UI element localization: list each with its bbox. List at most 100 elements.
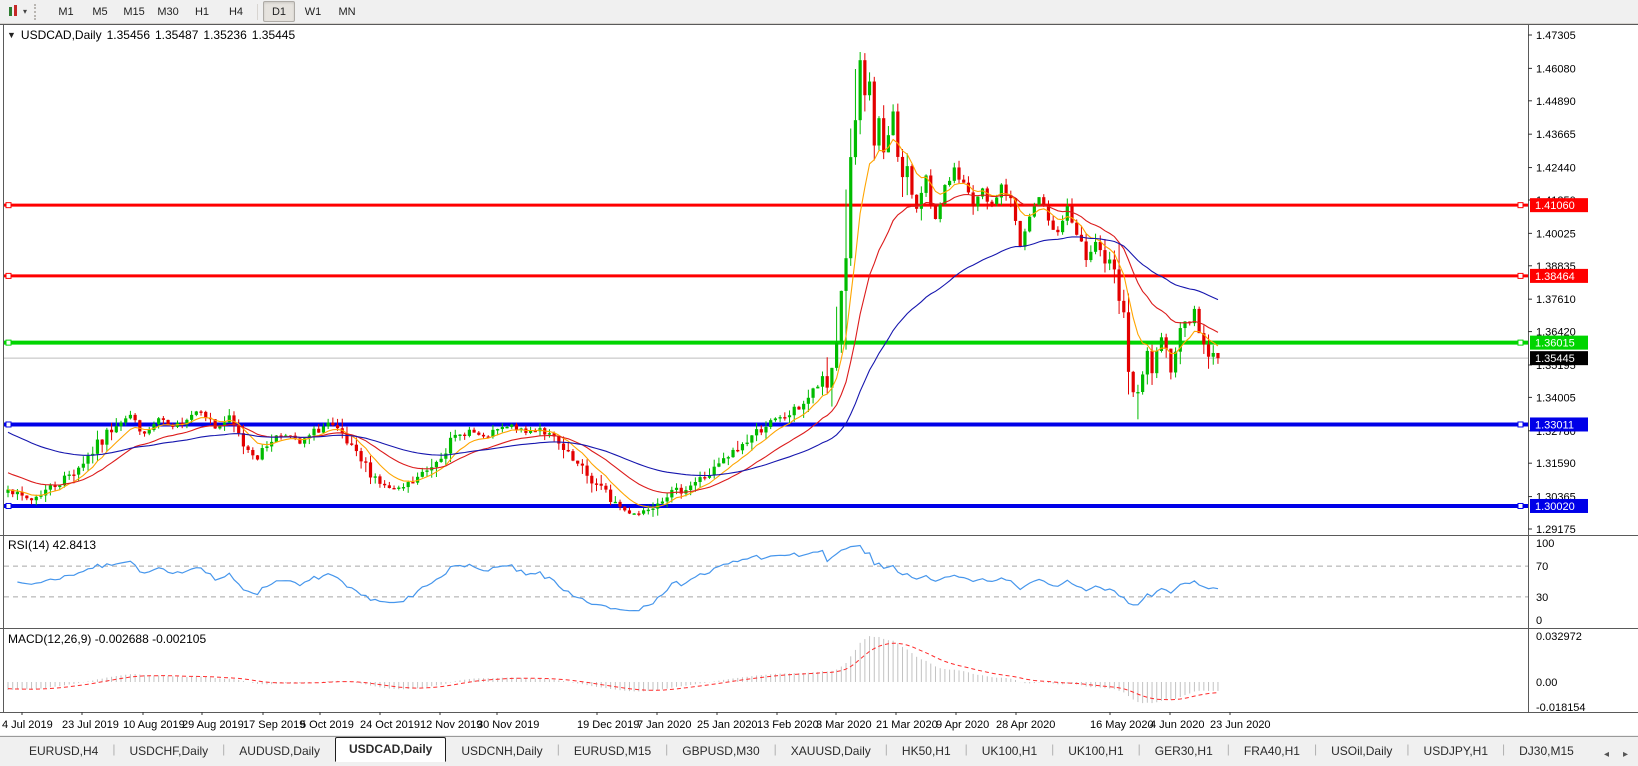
line-end-marker[interactable] <box>5 421 12 428</box>
price-tick-label: 1.34005 <box>1536 392 1576 404</box>
line-end-marker[interactable] <box>5 272 12 279</box>
tab-scrollers: ◂ ▸ <box>1604 749 1628 760</box>
line-end-marker[interactable] <box>1517 202 1524 209</box>
candle-body <box>53 485 57 488</box>
timeframe-button-h4[interactable]: H4 <box>220 1 252 22</box>
date-tick-label: 29 Aug 2019 <box>182 719 244 731</box>
candle-body <box>910 166 914 195</box>
candle-body <box>1164 337 1168 349</box>
toolbar-left-group: ▾ <box>0 0 49 23</box>
candle-body <box>811 388 815 398</box>
date-tick-label: 4 Jun 2020 <box>1150 719 1204 731</box>
date-tick-label: 12 Nov 2019 <box>420 719 482 731</box>
chart-tab-eurusd-m15[interactable]: EURUSD,M15 <box>561 741 664 762</box>
candle-body <box>142 431 147 434</box>
chart-tab-usdcnh-daily[interactable]: USDCNH,Daily <box>448 741 555 762</box>
line-end-marker[interactable] <box>5 202 12 209</box>
candle-body <box>25 495 29 499</box>
line-end-marker[interactable] <box>1517 502 1524 509</box>
candle-body <box>528 430 533 433</box>
candle-body <box>1155 350 1159 374</box>
timeframe-button-m15[interactable]: M15 <box>118 1 150 22</box>
line-end-marker[interactable] <box>5 502 12 509</box>
timeframe-button-d1[interactable]: D1 <box>263 1 296 22</box>
timeframe-button-mn[interactable]: MN <box>331 1 363 22</box>
date-tick-label: 7 Jan 2020 <box>637 719 691 731</box>
timeframe-button-m5[interactable]: M5 <box>84 1 116 22</box>
candle-body <box>717 463 721 467</box>
date-tick-label: 19 Dec 2019 <box>577 719 639 731</box>
collapse-arrow-icon[interactable]: ▼ <box>7 30 16 40</box>
candle-body <box>571 451 575 461</box>
chart-tab-xauusd-daily[interactable]: XAUUSD,Daily <box>778 741 884 762</box>
candle-body <box>905 166 909 178</box>
tab-scroll-left-icon[interactable]: ◂ <box>1604 749 1609 760</box>
timeframe-button-m30[interactable]: M30 <box>152 1 184 22</box>
rsi-indicator-label: RSI(14) 42.8413 <box>8 538 97 552</box>
chart-tab-usoil-daily[interactable]: USOil,Daily <box>1318 741 1405 762</box>
chart-tab-uk100-h1[interactable]: UK100,H1 <box>1055 741 1136 762</box>
timeframe-button-h1[interactable]: H1 <box>186 1 218 22</box>
candle-body <box>448 437 453 454</box>
candle-body <box>1037 197 1041 206</box>
candle-body <box>646 509 650 512</box>
candle-body <box>265 446 269 449</box>
candle-body <box>241 433 245 447</box>
candle-body <box>397 487 401 489</box>
candle-body <box>891 111 895 136</box>
candle-body <box>736 449 740 452</box>
chart-tab-usdjpy-h1[interactable]: USDJPY,H1 <box>1411 741 1501 762</box>
candle-body <box>1117 269 1121 301</box>
line-end-marker[interactable] <box>1517 339 1524 346</box>
chart-tab-gbpusd-m30[interactable]: GBPUSD,M30 <box>669 741 772 762</box>
toolbar-drag-handle[interactable] <box>34 3 40 20</box>
chart-tab-fra40-h1[interactable]: FRA40,H1 <box>1231 741 1313 762</box>
candle-body <box>1197 308 1201 334</box>
rsi-axis-label: 0 <box>1536 615 1542 627</box>
price-tick-label: 1.44890 <box>1536 96 1576 108</box>
chart-canvas[interactable]: 1.473051.460801.448901.436651.424401.412… <box>0 24 1638 735</box>
chart-type-button[interactable]: ▾ <box>4 3 31 20</box>
chart-tab-usdcad-daily[interactable]: USDCAD,Daily <box>334 737 447 762</box>
candle-body <box>326 422 330 427</box>
date-tick-label: 10 Aug 2019 <box>123 719 185 731</box>
line-end-marker[interactable] <box>1517 272 1524 279</box>
candle-body <box>227 415 231 423</box>
candle-body <box>835 342 839 368</box>
candle-body <box>1126 312 1131 372</box>
candle-body <box>1145 350 1149 375</box>
candle-body <box>463 434 467 436</box>
tab-scroll-right-icon[interactable]: ▸ <box>1623 749 1628 760</box>
chart-tab-eurusd-h4[interactable]: EURUSD,H4 <box>16 741 111 762</box>
candle-body <box>124 418 128 423</box>
timeframe-button-m1[interactable]: M1 <box>50 1 82 22</box>
chart-tab-ger30-h1[interactable]: GER30,H1 <box>1142 741 1226 762</box>
candle-body <box>199 411 203 413</box>
candle-body <box>731 449 735 458</box>
candle-body <box>745 442 749 445</box>
chart-tab-uk100-h1[interactable]: UK100,H1 <box>969 741 1050 762</box>
candle-body <box>105 429 109 445</box>
timeframe-button-w1[interactable]: W1 <box>297 1 329 22</box>
candle-body <box>1150 350 1154 374</box>
candle-body <box>660 501 665 504</box>
candle-body <box>627 510 632 514</box>
candle-body <box>1042 197 1046 206</box>
line-end-marker[interactable] <box>1517 421 1524 428</box>
candle-body <box>477 432 481 435</box>
candle-body <box>698 477 702 483</box>
candle-body <box>802 403 806 410</box>
chart-tab-dj30-m15[interactable]: DJ30,M15 <box>1506 741 1587 762</box>
chart-tab-hk50-h1[interactable]: HK50,H1 <box>889 741 964 762</box>
chart-tab-audusd-daily[interactable]: AUDUSD,Daily <box>226 741 333 762</box>
chart-window: 1.473051.460801.448901.436651.424401.412… <box>0 24 1638 735</box>
candle-body <box>604 485 608 490</box>
line-end-marker[interactable] <box>5 339 12 346</box>
candle-body <box>632 513 636 515</box>
chart-tab-usdchf-daily[interactable]: USDCHF,Daily <box>116 741 221 762</box>
candle-body <box>1103 250 1107 264</box>
chart-title: ▼ USDCAD,Daily 1.35456 1.35487 1.35236 1… <box>7 28 295 42</box>
candle-body <box>1098 241 1102 251</box>
candle-body <box>1023 231 1027 247</box>
candle-body <box>72 474 76 476</box>
